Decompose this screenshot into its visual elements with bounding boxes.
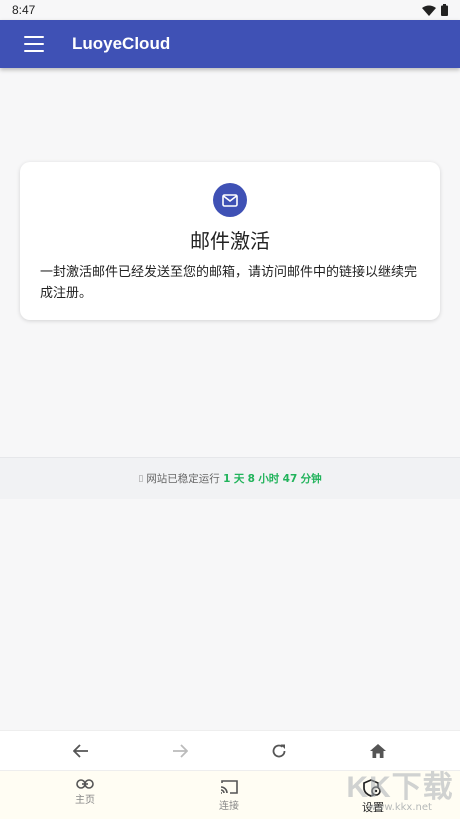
cast-icon bbox=[220, 780, 238, 794]
uptime-day-unit: 天 bbox=[233, 473, 245, 485]
uptime-hours: 8 bbox=[247, 472, 255, 485]
status-bar: 8:47 bbox=[0, 0, 460, 20]
system-icons bbox=[422, 4, 448, 16]
uptime-minutes: 47 bbox=[282, 472, 298, 485]
email-activation-card: 邮件激活 一封激活邮件已经发送至您的邮箱，请访问邮件中的链接以继续完成注册。 bbox=[20, 162, 440, 320]
back-arrow-icon[interactable] bbox=[61, 731, 101, 771]
link-icon bbox=[76, 779, 94, 789]
uptime-days: 1 bbox=[223, 472, 231, 485]
mail-icon bbox=[213, 183, 247, 217]
app-title: LuoyeCloud bbox=[72, 34, 171, 53]
tab-home[interactable]: 主页 bbox=[45, 771, 125, 819]
uptime-icon: ▯ bbox=[138, 473, 144, 484]
menu-icon[interactable] bbox=[24, 36, 44, 52]
uptime-footer: ▯ 网站已稳定运行 1 天 8 小时 47 分钟 bbox=[0, 457, 460, 499]
uptime-prefix: 网站已稳定运行 bbox=[146, 473, 220, 485]
status-time: 8:47 bbox=[12, 3, 36, 17]
card-title: 邮件激活 bbox=[190, 229, 270, 253]
tab-home-label: 主页 bbox=[75, 795, 95, 806]
battery-icon bbox=[441, 4, 448, 16]
card-message: 一封激活邮件已经发送至您的邮箱，请访问邮件中的链接以继续完成注册。 bbox=[40, 265, 418, 301]
uptime-hour-unit: 小时 bbox=[258, 473, 280, 485]
app-bar: LuoyeCloud bbox=[0, 20, 460, 68]
wifi-icon bbox=[422, 5, 436, 16]
forward-arrow-icon[interactable] bbox=[160, 731, 200, 771]
uptime-minute-unit: 分钟 bbox=[300, 473, 322, 485]
tab-connect-label: 连接 bbox=[219, 801, 239, 812]
watermark-url: www.kkx.net bbox=[368, 802, 432, 813]
watermark-brand: KK下载 bbox=[346, 771, 454, 804]
refresh-icon[interactable] bbox=[259, 731, 299, 771]
tab-connect[interactable]: 连接 bbox=[189, 771, 269, 819]
watermark-logo: KK下载 www.kkx.net bbox=[340, 762, 460, 819]
